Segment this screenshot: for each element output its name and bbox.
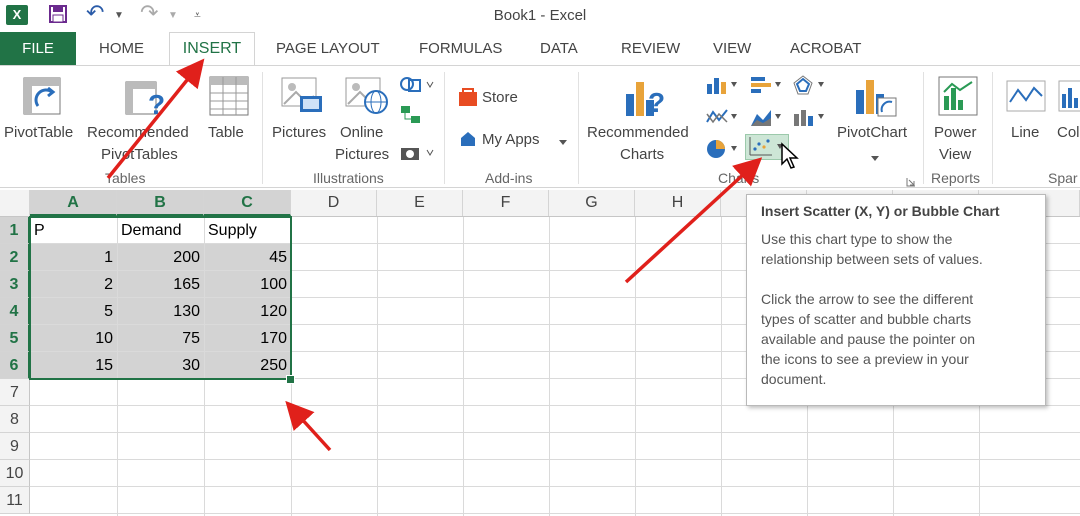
annotation-layer [106, 58, 763, 452]
annotation-arrow-insert-tab [106, 58, 205, 180]
annotation-arrow-selection [285, 400, 332, 452]
annotation-arrow-scatter [624, 157, 763, 284]
